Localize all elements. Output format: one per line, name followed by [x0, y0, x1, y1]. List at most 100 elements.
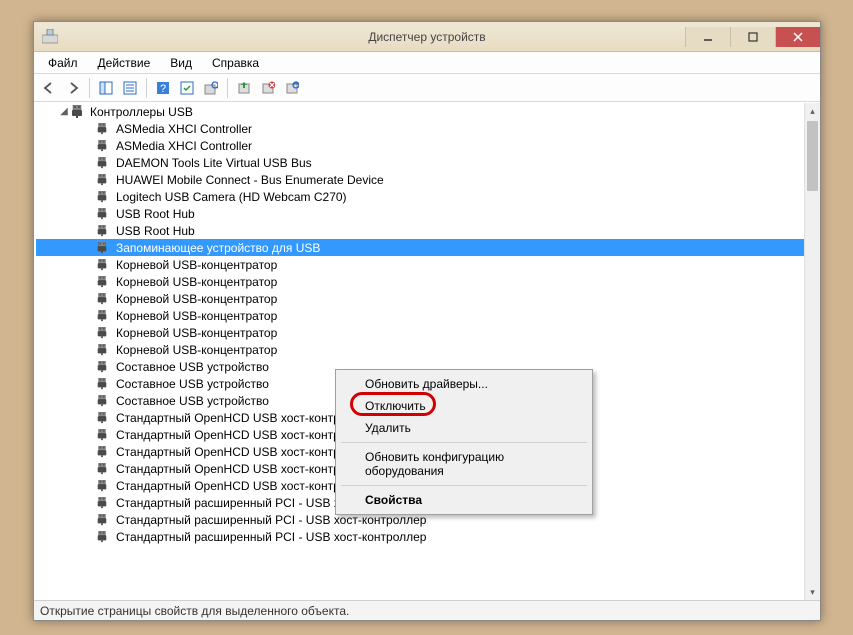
help-button[interactable]: ?: [152, 77, 174, 99]
tree-item[interactable]: Запоминающее устройство для USB: [36, 239, 804, 256]
tree-item[interactable]: USB Root Hub: [36, 205, 804, 222]
tree-item-label: ASMedia XHCI Controller: [114, 139, 254, 153]
usb-icon: [96, 531, 110, 543]
tree-item-label: ASMedia XHCI Controller: [114, 122, 254, 136]
maximize-button[interactable]: [730, 27, 775, 47]
device-tree[interactable]: ◢ Контроллеры USB ASMedia XHCI Controller A…: [36, 103, 804, 600]
tree-item-label: Корневой USB-концентратор: [114, 258, 279, 272]
scroll-thumb[interactable]: [807, 121, 818, 191]
ctx-separator: [341, 442, 587, 443]
toolbar-separator: [227, 78, 228, 98]
tree-item-label: Корневой USB-концентратор: [114, 275, 279, 289]
uninstall-button[interactable]: [257, 77, 279, 99]
content-area: ◢ Контроллеры USB ASMedia XHCI Controller A…: [34, 102, 820, 600]
forward-button[interactable]: [62, 77, 84, 99]
usb-icon: [96, 123, 110, 135]
scroll-up-button[interactable]: ▴: [805, 103, 820, 119]
usb-icon: [96, 259, 110, 271]
scan-button[interactable]: [200, 77, 222, 99]
tree-item[interactable]: USB Root Hub: [36, 222, 804, 239]
tree-category[interactable]: ◢ Контроллеры USB: [36, 103, 804, 120]
ctx-disable[interactable]: Отключить: [339, 395, 589, 417]
usb-icon: [96, 140, 110, 152]
ctx-update-drivers[interactable]: Обновить драйверы...: [339, 373, 589, 395]
usb-icon: [96, 242, 110, 254]
titlebar[interactable]: Диспетчер устройств: [34, 22, 820, 52]
usb-category-icon: [70, 105, 84, 119]
usb-icon: [96, 412, 110, 424]
tree-item[interactable]: ASMedia XHCI Controller: [36, 137, 804, 154]
usb-icon: [96, 480, 110, 492]
toolbar-separator: [89, 78, 90, 98]
svg-text:?: ?: [160, 83, 166, 95]
tree-item[interactable]: Logitech USB Camera (HD Webcam C270): [36, 188, 804, 205]
tree-item-label: Корневой USB-концентратор: [114, 292, 279, 306]
tree-item[interactable]: Корневой USB-концентратор: [36, 256, 804, 273]
tree-item-label: USB Root Hub: [114, 207, 197, 221]
status-text: Открытие страницы свойств для выделенног…: [40, 604, 349, 618]
tree-item[interactable]: Корневой USB-концентратор: [36, 273, 804, 290]
ctx-delete[interactable]: Удалить: [339, 417, 589, 439]
tree-item[interactable]: Корневой USB-концентратор: [36, 341, 804, 358]
minimize-button[interactable]: [685, 27, 730, 47]
properties-button[interactable]: [119, 77, 141, 99]
usb-icon: [96, 514, 110, 526]
tree-item[interactable]: Корневой USB-концентратор: [36, 324, 804, 341]
tree-item[interactable]: Корневой USB-концентратор: [36, 307, 804, 324]
usb-icon: [96, 497, 110, 509]
ctx-refresh-config[interactable]: Обновить конфигурацию оборудования: [339, 446, 589, 482]
toolbar-separator: [146, 78, 147, 98]
usb-icon: [96, 327, 110, 339]
back-button[interactable]: [38, 77, 60, 99]
context-menu: Обновить драйверы... Отключить Удалить О…: [335, 369, 593, 515]
close-button[interactable]: [775, 27, 820, 47]
disable-button[interactable]: [281, 77, 303, 99]
usb-icon: [96, 225, 110, 237]
device-manager-window: Диспетчер устройств Файл Действие Вид Сп…: [33, 21, 821, 621]
tree-item[interactable]: Стандартный расширенный PCI - USB хост-к…: [36, 528, 804, 545]
menubar: Файл Действие Вид Справка: [34, 52, 820, 74]
tree-category-label: Контроллеры USB: [88, 105, 195, 119]
usb-icon: [96, 463, 110, 475]
tree-item-label: Корневой USB-концентратор: [114, 326, 279, 340]
tree-item-label: Составное USB устройство: [114, 377, 271, 391]
usb-icon: [96, 446, 110, 458]
scroll-down-button[interactable]: ▾: [805, 584, 820, 600]
tree-item-label: HUAWEI Mobile Connect - Bus Enumerate De…: [114, 173, 386, 187]
tree-item-label: Корневой USB-концентратор: [114, 343, 279, 357]
usb-icon: [96, 276, 110, 288]
tree-item-label: Стандартный расширенный PCI - USB хост-к…: [114, 530, 428, 544]
ctx-separator: [341, 485, 587, 486]
statusbar: Открытие страницы свойств для выделенног…: [34, 600, 820, 620]
menu-help[interactable]: Справка: [202, 54, 269, 72]
expander-icon[interactable]: ◢: [58, 106, 70, 117]
tree-item[interactable]: HUAWEI Mobile Connect - Bus Enumerate De…: [36, 171, 804, 188]
usb-icon: [96, 293, 110, 305]
tree-item-label: USB Root Hub: [114, 224, 197, 238]
tree-item[interactable]: Корневой USB-концентратор: [36, 290, 804, 307]
menu-file[interactable]: Файл: [38, 54, 88, 72]
menu-action[interactable]: Действие: [88, 54, 161, 72]
tree-item-label: Запоминающее устройство для USB: [114, 241, 322, 255]
usb-icon: [96, 191, 110, 203]
update-driver-button[interactable]: [233, 77, 255, 99]
tool-button[interactable]: [176, 77, 198, 99]
ctx-properties[interactable]: Свойства: [339, 489, 589, 511]
usb-icon: [96, 344, 110, 356]
show-hide-tree-button[interactable]: [95, 77, 117, 99]
usb-icon: [96, 174, 110, 186]
usb-icon: [96, 429, 110, 441]
tree-item-label: Составное USB устройство: [114, 394, 271, 408]
usb-icon: [96, 310, 110, 322]
app-icon: [42, 29, 58, 45]
scrollbar-vertical[interactable]: ▴ ▾: [804, 103, 820, 600]
menu-view[interactable]: Вид: [160, 54, 202, 72]
tree-item[interactable]: DAEMON Tools Lite Virtual USB Bus: [36, 154, 804, 171]
tree-item-label: Logitech USB Camera (HD Webcam C270): [114, 190, 349, 204]
usb-icon: [96, 157, 110, 169]
usb-icon: [96, 378, 110, 390]
usb-icon: [96, 361, 110, 373]
tree-item[interactable]: ASMedia XHCI Controller: [36, 120, 804, 137]
tree-item-label: DAEMON Tools Lite Virtual USB Bus: [114, 156, 314, 170]
window-controls: [685, 27, 820, 47]
